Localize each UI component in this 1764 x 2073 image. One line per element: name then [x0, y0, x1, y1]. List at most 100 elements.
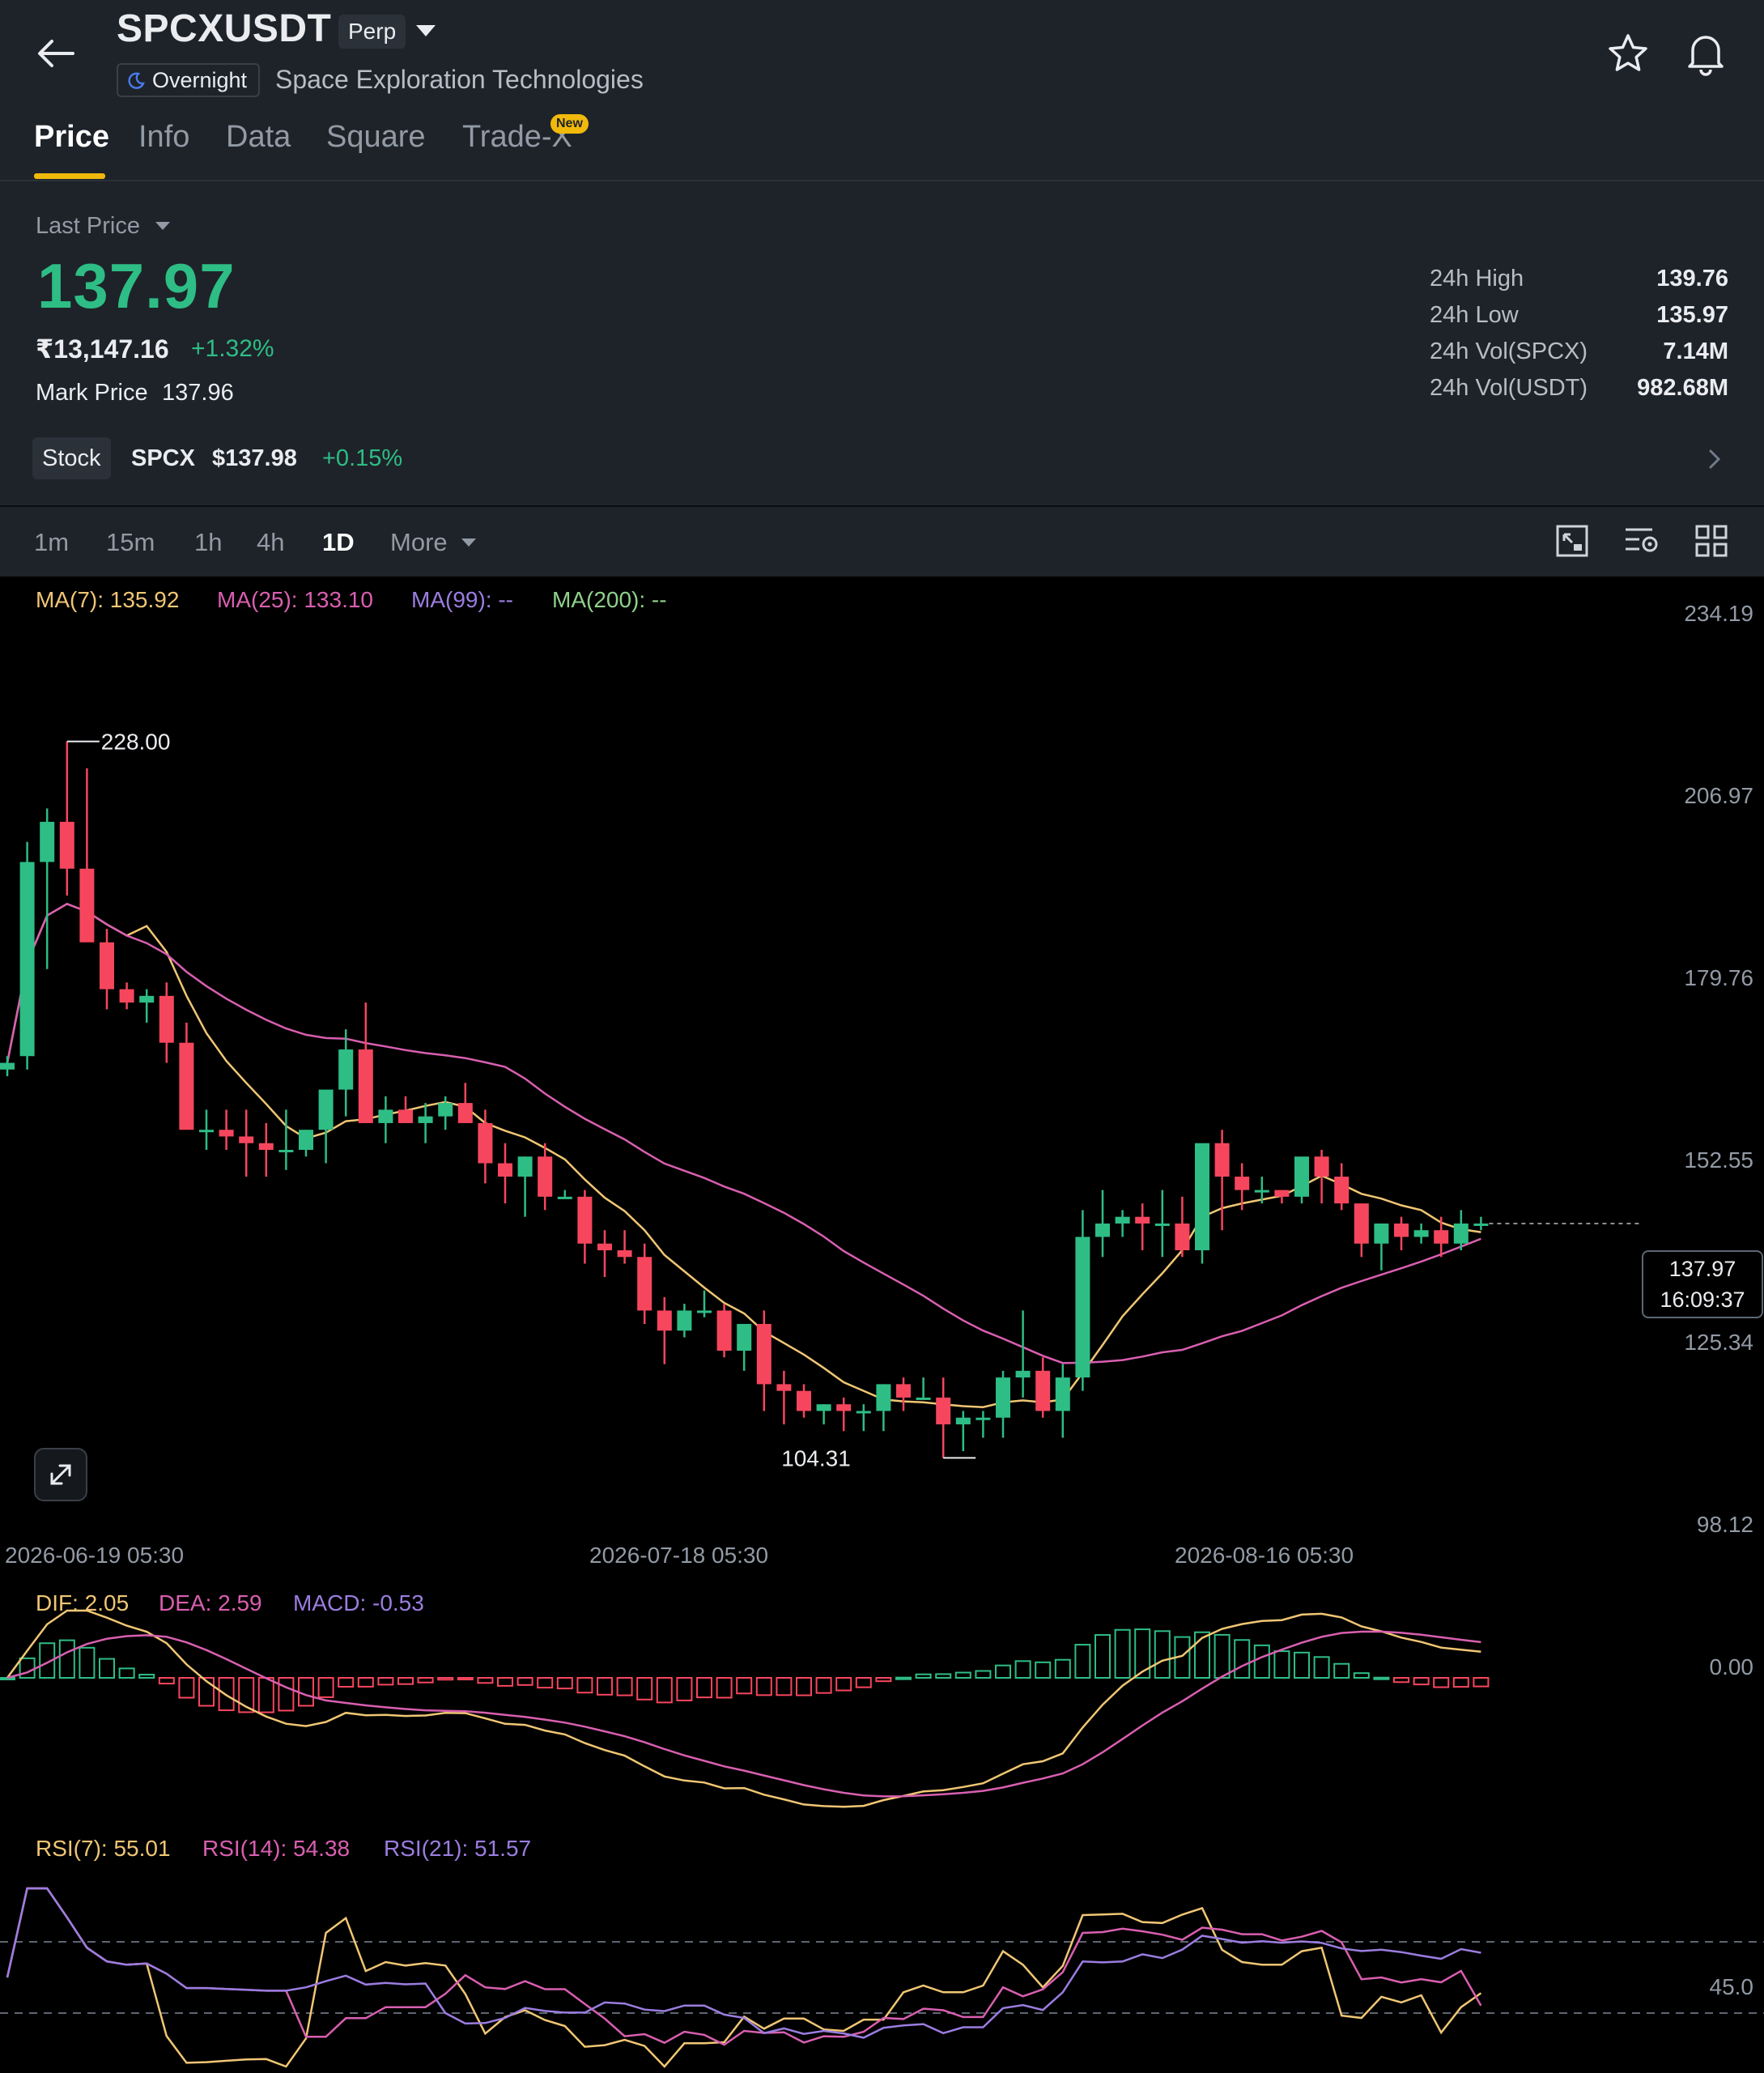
interval-4h[interactable]: 4h: [257, 528, 284, 557]
candle-body: [1374, 1223, 1389, 1244]
candle-body: [19, 862, 35, 1057]
macd-histogram-bar: [954, 1671, 971, 1679]
candle-body: [976, 1417, 991, 1420]
candle-body: [538, 1156, 553, 1197]
macd-histogram-bar: [178, 1677, 195, 1699]
interval-1d[interactable]: 1D: [322, 528, 355, 557]
stat-24h-low-label: 24h Low: [1430, 302, 1519, 328]
macd-histogram-bar: [257, 1677, 274, 1713]
candle-body: [936, 1397, 951, 1424]
interval-1m[interactable]: 1m: [34, 528, 69, 557]
candle-body: [59, 821, 74, 869]
last-price-selector[interactable]: Last Price: [36, 213, 171, 240]
candle-body: [119, 989, 134, 1003]
candle-body: [498, 1163, 512, 1177]
candles: [0, 741, 1489, 1458]
candle-body: [597, 1243, 612, 1251]
macd-histogram-bar: [1373, 1676, 1390, 1680]
chart-area[interactable]: MA(7): 135.92 MA(25): 133.10 MA(99): -- MA(…: [0, 577, 1764, 2073]
macd-histogram-bar: [1452, 1677, 1469, 1688]
rsi-tick-label: 45.0: [1710, 1974, 1754, 1999]
candle-body: [1175, 1223, 1190, 1251]
candle-body: [40, 821, 55, 862]
candle-body: [1035, 1370, 1051, 1411]
candle-body: [258, 1143, 274, 1150]
candle-body: [1075, 1237, 1090, 1378]
macd-histogram-bar: [437, 1677, 454, 1681]
ma-legend-2: MA(99): --: [411, 587, 513, 612]
chevron-down-icon[interactable]: [414, 23, 437, 39]
tab-square[interactable]: Square: [326, 120, 426, 155]
y-axis-label: 98.12: [1697, 1512, 1753, 1537]
candle-body: [876, 1384, 891, 1411]
macd-legend-2: MACD: -0.53: [293, 1590, 424, 1615]
moon-icon: [128, 72, 145, 89]
tab-data[interactable]: Data: [226, 120, 291, 155]
stock-badge: Stock: [32, 437, 111, 479]
chart-type-icon[interactable]: [1554, 523, 1590, 559]
macd-legend-0: DIF: 2.05: [36, 1590, 129, 1615]
macd-histogram-bar: [1154, 1630, 1171, 1679]
candle-body: [179, 1042, 194, 1130]
candle-body: [716, 1310, 732, 1351]
tab-price[interactable]: Price: [34, 120, 109, 155]
indicator-settings-icon[interactable]: [1623, 525, 1660, 557]
x-axis-label: 2026-06-19 05:30: [5, 1543, 184, 1568]
macd-histogram-bar: [278, 1677, 295, 1712]
macd-histogram-bar: [796, 1677, 812, 1696]
layout-grid-icon[interactable]: [1694, 523, 1729, 559]
star-icon[interactable]: [1607, 32, 1649, 74]
candle-body: [1235, 1177, 1250, 1190]
back-arrow-icon[interactable]: [36, 37, 76, 70]
macd-histogram-bar: [1433, 1677, 1450, 1688]
tab-info[interactable]: Info: [138, 120, 189, 155]
macd-histogram-bar: [118, 1667, 135, 1679]
stat-24h-vol-usdt-label: 24h Vol(USDT): [1430, 375, 1588, 401]
macd-histogram-bar: [895, 1676, 912, 1680]
ma-legend-1: MA(25): 133.10: [217, 587, 373, 612]
candle-body: [836, 1404, 852, 1411]
macd-histogram-bar: [1214, 1633, 1231, 1679]
candle-body: [996, 1377, 1010, 1418]
chevron-right-icon[interactable]: [1707, 448, 1723, 470]
x-axis-label: 2026-08-16 05:30: [1175, 1543, 1354, 1568]
interval-1h[interactable]: 1h: [194, 528, 222, 557]
macd-histogram-bar: [138, 1674, 155, 1679]
interval-15m[interactable]: 15m: [106, 528, 155, 557]
bell-icon[interactable]: [1685, 31, 1726, 76]
candle-countdown: 16:09:37: [1660, 1288, 1745, 1312]
macd-histogram-bar: [537, 1677, 554, 1689]
stock-price: $137.98: [212, 445, 297, 471]
rsi14-line: [6, 1887, 1482, 2046]
candle-body: [1473, 1223, 1489, 1226]
candle-body: [0, 1062, 15, 1070]
candle-body: [697, 1310, 712, 1313]
low-marker-label: 104.31: [781, 1445, 851, 1471]
macd-histogram-bar: [357, 1677, 374, 1688]
fullscreen-button[interactable]: [34, 1448, 87, 1501]
expand-icon: [50, 1464, 71, 1485]
candle-body: [1115, 1216, 1130, 1224]
macd-histogram-bar: [1054, 1658, 1071, 1679]
contract-type-badge: Perp: [338, 15, 406, 49]
macd-dif-line: [6, 1609, 1481, 1808]
candlestick-chart[interactable]: MA(7): 135.92 MA(25): 133.10 MA(99): -- MA(…: [0, 577, 1764, 2073]
candle-body: [1314, 1156, 1329, 1177]
macd-histogram-bar: [1114, 1628, 1131, 1679]
macd-histogram-bar: [1095, 1634, 1111, 1679]
symbol-title[interactable]: SPCXUSDT: [117, 6, 331, 51]
last-price: 137.97: [37, 250, 236, 321]
macd-histogram-bar: [1253, 1644, 1270, 1679]
candle-body: [1135, 1216, 1150, 1224]
candle-body: [1334, 1177, 1350, 1204]
candle-body: [159, 995, 174, 1043]
macd-panel: [0, 1609, 1490, 1808]
active-tab-indicator: [34, 173, 105, 179]
candle-body: [1434, 1230, 1449, 1244]
stock-symbol[interactable]: SPCX: [131, 445, 195, 472]
macd-histogram-bar: [616, 1677, 633, 1696]
candle-body: [816, 1404, 831, 1411]
macd-histogram-bar: [516, 1677, 533, 1686]
interval-more[interactable]: More: [390, 528, 477, 557]
macd-histogram-bar: [19, 1657, 36, 1679]
